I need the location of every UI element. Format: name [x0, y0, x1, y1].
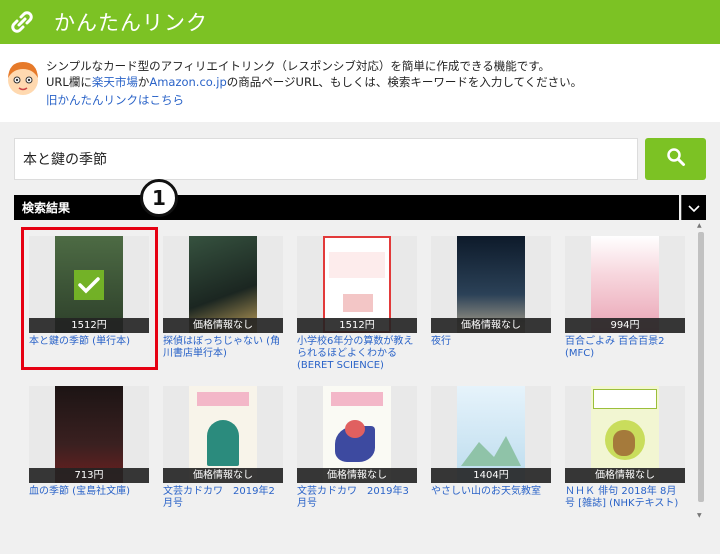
intro-panel: シンプルなカード型のアフィリエイトリンク（レスポンシブ対応）を簡単に作成できる機… [0, 44, 720, 122]
result-card[interactable]: 価格情報なし 夜行 [431, 236, 551, 348]
product-title-link[interactable]: 血の季節 (宝島社文庫) [29, 486, 149, 498]
book-thumbnail: 1404円 [431, 386, 551, 483]
app-header: かんたんリンク [0, 0, 720, 44]
book-thumbnail: 価格情報なし [163, 236, 283, 333]
book-thumbnail: 価格情報なし [431, 236, 551, 333]
price-label: 価格情報なし [163, 318, 283, 333]
rakuten-link[interactable]: 楽天市場 [92, 75, 138, 89]
product-title-link[interactable]: やさしい山のお天気教室 [431, 486, 551, 498]
price-label: 1512円 [297, 318, 417, 333]
search-input[interactable]: 本と鍵の季節 [14, 138, 638, 180]
result-card[interactable]: 価格情報なし ＮＨＫ 俳句 2018年 8月号 [雑誌] (NHKテキスト) [565, 386, 685, 510]
price-label: 価格情報なし [565, 468, 685, 483]
intro-text: シンプルなカード型のアフィリエイトリンク（レスポンシブ対応）を簡単に作成できる機… [46, 58, 582, 90]
intro-text-part: か [137, 75, 150, 89]
product-title-link[interactable]: 文芸カドカワ 2019年3月号 [297, 486, 417, 510]
intro-line-2: URL欄に楽天市場かAmazon.co.jpの商品ページURL、もしくは、検索キ… [46, 74, 582, 90]
intro-text-part: の商品ページURL、もしくは、検索キーワードを入力してください。 [226, 75, 583, 89]
result-card[interactable]: 価格情報なし 文芸カドカワ 2019年2月号 [163, 386, 283, 510]
search-button[interactable] [645, 138, 706, 180]
chevron-down-icon [688, 198, 700, 217]
scroll-down-icon[interactable]: ▼ [697, 512, 702, 519]
price-label: 価格情報なし [297, 468, 417, 483]
results-label: 検索結果 [22, 201, 71, 215]
price-label: 価格情報なし [431, 318, 551, 333]
selected-item-highlight [21, 227, 158, 370]
product-title-link[interactable]: 百合ごよみ 百合百景2 (MFC) [565, 336, 685, 360]
results-header: 検索結果 [14, 195, 679, 220]
product-title-link[interactable]: 夜行 [431, 336, 551, 348]
result-card[interactable]: 713円 血の季節 (宝島社文庫) [29, 386, 149, 498]
price-label: 1404円 [431, 468, 551, 483]
result-card[interactable]: 1512円 小学校6年分の算数が教えられるほどよくわかる (BERET SCIE… [297, 236, 417, 372]
result-card[interactable]: 1404円 やさしい山のお天気教室 [431, 386, 551, 498]
book-thumbnail: 994円 [565, 236, 685, 333]
result-card[interactable]: 価格情報なし 探偵はぼっちじゃない (角川書店単行本) [163, 236, 283, 360]
link-icon [0, 0, 44, 44]
price-label: 994円 [565, 318, 685, 333]
results-toggle-button[interactable] [681, 195, 706, 220]
result-card[interactable]: 994円 百合ごよみ 百合百景2 (MFC) [565, 236, 685, 360]
scroll-up-icon[interactable]: ▲ [697, 222, 702, 229]
book-thumbnail: 価格情報なし [297, 386, 417, 483]
intro-line-1: シンプルなカード型のアフィリエイトリンク（レスポンシブ対応）を簡単に作成できる機… [46, 59, 551, 73]
book-thumbnail: 1512円 [297, 236, 417, 333]
product-title-link[interactable]: 小学校6年分の算数が教えられるほどよくわかる (BERET SCIENCE) [297, 336, 417, 372]
old-version-link[interactable]: 旧かんたんリンクはこちら [46, 92, 184, 108]
book-thumbnail: 713円 [29, 386, 149, 483]
intro-text-part: URL欄に [46, 75, 92, 89]
price-label: 713円 [29, 468, 149, 483]
page-title: かんたんリンク [54, 11, 208, 35]
scrollbar-thumb[interactable] [698, 232, 704, 502]
product-title-link[interactable]: ＮＨＫ 俳句 2018年 8月号 [雑誌] (NHKテキスト) [565, 486, 685, 510]
result-card[interactable]: 価格情報なし 文芸カドカワ 2019年3月号 [297, 386, 417, 510]
product-title-link[interactable]: 探偵はぼっちじゃない (角川書店単行本) [163, 336, 283, 360]
avatar [3, 58, 43, 98]
annotation-number-badge: 1 [140, 179, 178, 217]
book-thumbnail: 価格情報なし [565, 386, 685, 483]
search-icon [666, 147, 686, 171]
book-thumbnail: 価格情報なし [163, 386, 283, 483]
amazon-link[interactable]: Amazon.co.jp [149, 75, 226, 89]
price-label: 価格情報なし [163, 468, 283, 483]
product-title-link[interactable]: 文芸カドカワ 2019年2月号 [163, 486, 283, 510]
